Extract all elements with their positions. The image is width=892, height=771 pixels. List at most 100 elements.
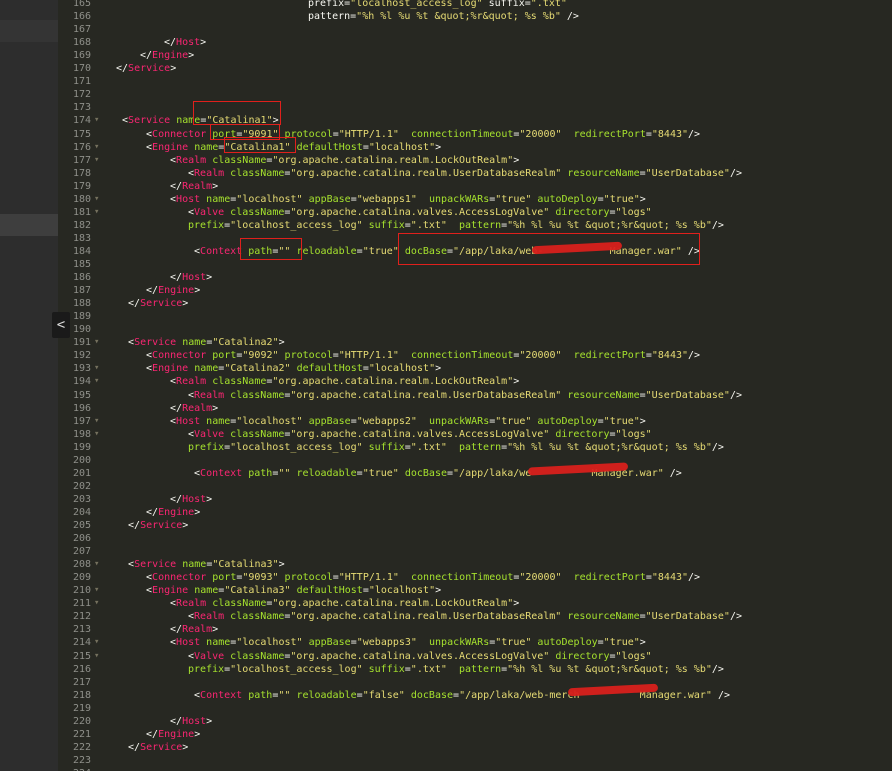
code-line[interactable]: 215 ▾ <Valve className="org.apache.catalin… (58, 650, 892, 663)
code-line[interactable]: 170 </Service> (58, 62, 892, 75)
code-line[interactable]: 210 ▾ <Engine name="Catalina3" defaultHos… (58, 584, 892, 597)
sidebar-selected-row[interactable] (0, 214, 58, 236)
code-line[interactable]: 179 </Realm> (58, 180, 892, 193)
code-line[interactable]: 203 </Host> (58, 493, 892, 506)
code-line[interactable]: 181 ▾ <Valve className="org.apache.catalin… (58, 206, 892, 219)
code-token: Host (176, 415, 201, 427)
code-line[interactable]: 196 </Realm> (58, 402, 892, 415)
fold-arrow-icon[interactable]: ▾ (94, 650, 99, 663)
code-token: Context (200, 467, 243, 479)
code-line[interactable]: 167 (58, 23, 892, 36)
code-token: defaultHost (296, 141, 363, 153)
code-editor[interactable]: 165 prefix="localhost_access_log" suffix=… (58, 0, 892, 771)
code-line[interactable]: 172 (58, 88, 892, 101)
code-line[interactable]: 208 ▾ <Service name="Catalina3"> (58, 558, 892, 571)
code-token: < (140, 128, 153, 140)
code-line[interactable]: 211 ▾ <Realm className="org.apache.catali… (58, 597, 892, 610)
fold-arrow-icon[interactable]: ▾ (94, 584, 99, 597)
code-line[interactable]: 212 <Realm className="org.apache.catalina… (58, 610, 892, 623)
code-token: "HTTP/1.1" (338, 350, 399, 362)
code-line[interactable]: 180 ▾ <Host name="localhost" appBase="web… (58, 193, 892, 206)
line-number: 223 (72, 754, 91, 766)
code-line[interactable]: 219 (58, 702, 892, 715)
code-line[interactable]: 207 (58, 545, 892, 558)
code-token: autoDeploy (537, 415, 598, 427)
code-line[interactable]: 202 (58, 480, 892, 493)
code-line[interactable]: 214 ▾ <Host name="localhost" appBase="web… (58, 636, 892, 649)
code-token: /> (663, 467, 682, 479)
code-line[interactable]: 188 </Service> (58, 297, 892, 310)
code-line[interactable]: 193 ▾ <Engine name="Catalina2" defaultHos… (58, 362, 892, 375)
code-line[interactable]: 213 </Realm> (58, 623, 892, 636)
code-line[interactable]: 182 prefix="localhost_access_log" suffix=… (58, 219, 892, 232)
code-line[interactable]: 165 prefix="localhost_access_log" suffix=… (58, 0, 892, 10)
code-line[interactable]: 197 ▾ <Host name="localhost" appBase="web… (58, 415, 892, 428)
code-line[interactable]: 176 ▾ <Engine name="Catalina1" defaultHos… (58, 141, 892, 154)
code-token: < (188, 467, 201, 479)
code-line[interactable]: 166 pattern="%h %l %u %t &quot;%r&quot; %… (58, 10, 892, 23)
line-number: 173 (72, 102, 91, 114)
code-line[interactable]: 216 prefix="localhost_access_log" suffix=… (58, 663, 892, 676)
code-line[interactable]: 224 (58, 767, 892, 771)
fold-arrow-icon[interactable]: ▾ (94, 141, 99, 154)
code-line[interactable]: 173 (58, 101, 892, 114)
fold-arrow-icon[interactable]: ▾ (94, 597, 99, 610)
code-line[interactable]: 178 <Realm className="org.apache.catalina… (58, 167, 892, 180)
code-line[interactable]: 218 <Context path="" reloadable="false" … (58, 689, 892, 702)
collapse-sidebar-icon[interactable]: < (52, 312, 70, 338)
code-token: suffix (368, 219, 405, 231)
code-text: <Valve className="org.apache.catalina.va… (188, 650, 652, 663)
fold-arrow-icon[interactable]: ▾ (94, 154, 99, 167)
fold-arrow-icon[interactable]: ▾ (94, 193, 99, 206)
code-line[interactable]: 171 (58, 75, 892, 88)
code-line[interactable]: 217 (58, 676, 892, 689)
code-text: </Engine> (140, 728, 200, 741)
code-line[interactable]: 190 (58, 323, 892, 336)
code-token: "org.apache.catalina.realm.UserDatabaseR… (290, 167, 562, 179)
fold-arrow-icon[interactable]: ▾ (94, 114, 99, 127)
code-line[interactable]: 206 (58, 532, 892, 545)
code-line[interactable]: 175 <Connector port="9091" protocol="HTT… (58, 128, 892, 141)
code-line[interactable]: 222 </Service> (58, 741, 892, 754)
fold-arrow-icon[interactable]: ▾ (94, 636, 99, 649)
code-token: Connector (152, 572, 207, 584)
code-line[interactable]: 177 ▾ <Realm className="org.apache.catali… (58, 154, 892, 167)
code-text: <Connector port="9092" protocol="HTTP/1.… (140, 349, 700, 362)
code-line[interactable]: 221 </Engine> (58, 728, 892, 741)
code-token: "HTTP/1.1" (338, 128, 399, 140)
line-number: 176 (72, 141, 91, 153)
line-number: 209 (72, 572, 91, 584)
code-line[interactable]: 194 ▾ <Realm className="org.apache.catali… (58, 375, 892, 388)
code-line[interactable]: 168 </Host> (58, 36, 892, 49)
code-line[interactable]: 186 </Host> (58, 271, 892, 284)
fold-arrow-icon[interactable]: ▾ (94, 206, 99, 219)
code-line[interactable]: 223 (58, 754, 892, 767)
code-token: "localhost" (368, 141, 436, 153)
code-line[interactable]: 205 </Service> (58, 519, 892, 532)
code-line[interactable]: 174 ▾ <Service name="Catalina1"> (58, 114, 892, 127)
sidebar-hover-row[interactable] (0, 20, 58, 42)
fold-arrow-icon[interactable]: ▾ (94, 375, 99, 388)
code-line[interactable]: 187 </Engine> (58, 284, 892, 297)
code-line[interactable]: 201 <Context path="" reloadable="true" d… (58, 467, 892, 480)
code-line[interactable]: 189 (58, 310, 892, 323)
code-line[interactable]: 199 prefix="localhost_access_log" suffix=… (58, 441, 892, 454)
code-line[interactable]: 209 <Connector port="9093" protocol="HTT… (58, 571, 892, 584)
code-token: className (230, 167, 285, 179)
fold-arrow-icon[interactable]: ▾ (94, 362, 99, 375)
fold-arrow-icon[interactable]: ▾ (94, 336, 99, 349)
code-line[interactable]: 220 </Host> (58, 715, 892, 728)
fold-arrow-icon[interactable]: ▾ (94, 428, 99, 441)
code-line[interactable]: 169 </Engine> (58, 49, 892, 62)
code-line[interactable]: 191 ▾ <Service name="Catalina2"> (58, 336, 892, 349)
code-text: </Engine> (140, 506, 200, 519)
code-line[interactable]: 200 (58, 454, 892, 467)
code-token: /> (711, 441, 724, 453)
code-line[interactable]: 198 ▾ <Valve className="org.apache.catalin… (58, 428, 892, 441)
code-line[interactable]: 192 <Connector port="9092" protocol="HTT… (58, 349, 892, 362)
fold-arrow-icon[interactable]: ▾ (94, 558, 99, 571)
code-line[interactable]: 204 </Engine> (58, 506, 892, 519)
code-line[interactable]: 195 <Realm className="org.apache.catalina… (58, 389, 892, 402)
fold-arrow-icon[interactable]: ▾ (94, 415, 99, 428)
